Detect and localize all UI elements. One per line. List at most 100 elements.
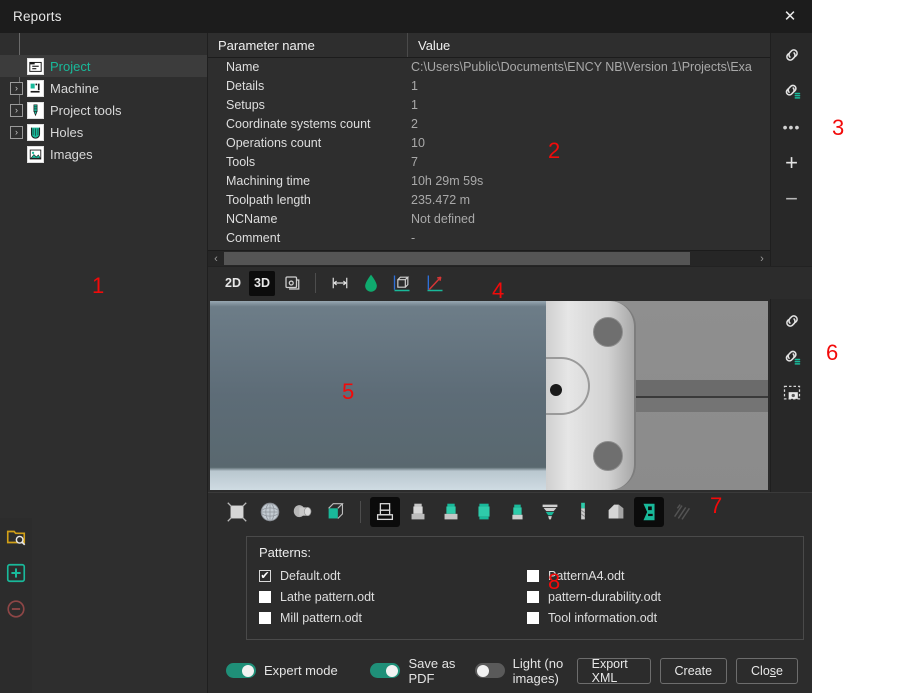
checkbox-icon[interactable]	[527, 591, 539, 603]
toggle-switch[interactable]	[475, 663, 505, 678]
checkbox-tool-information-odt[interactable]: Tool information.odt	[527, 611, 791, 625]
scrollbar-track[interactable]	[224, 252, 754, 265]
stock-box-icon[interactable]	[387, 271, 417, 296]
expander-icon[interactable]: ›	[10, 82, 23, 95]
machine-part-icon[interactable]	[370, 497, 400, 527]
window-body: Project › Machine ›	[0, 33, 812, 693]
toggle-save-as-pdf[interactable]: Save as PDF	[370, 656, 474, 686]
export-xml-button[interactable]: Export XML	[577, 658, 651, 684]
link-icon[interactable]	[780, 309, 804, 333]
section-view-icon[interactable]	[601, 497, 631, 527]
scroll-left-icon[interactable]: ‹	[208, 252, 224, 266]
row-parameter-name: Name	[208, 60, 408, 79]
patterns-group: Patterns: ✔ Default.odt PatternA4.odt	[246, 536, 804, 640]
checkbox-icon[interactable]	[259, 591, 271, 603]
preview-hole-top	[593, 317, 623, 347]
dimension-icon[interactable]	[325, 271, 355, 296]
screenshot-region-icon[interactable]	[780, 381, 804, 405]
drill-bit-icon[interactable]	[568, 497, 598, 527]
table-row[interactable]: Name C:\Users\Public\Documents\ENCY NB\V…	[208, 60, 770, 79]
remove-circle-icon[interactable]	[5, 598, 27, 620]
axes-icon[interactable]	[420, 271, 450, 296]
add-box-icon[interactable]	[5, 562, 27, 584]
row-value: 235.472 m	[408, 193, 770, 212]
link-list-icon[interactable]	[780, 79, 804, 103]
table-header: Parameter name Value	[208, 33, 770, 58]
checkbox-icon[interactable]: ✔	[259, 570, 271, 582]
scroll-right-icon[interactable]: ›	[754, 252, 770, 266]
toggle-expert-mode[interactable]: Expert mode	[226, 663, 370, 678]
tree-item-machine[interactable]: › Machine	[0, 77, 207, 99]
close-button[interactable]: Close	[736, 658, 798, 684]
blank-teal-icon[interactable]	[469, 497, 499, 527]
expander-icon[interactable]: ›	[10, 126, 23, 139]
checkbox-lathe-pattern-odt[interactable]: Lathe pattern.odt	[259, 590, 527, 604]
patterns-zone: Patterns: ✔ Default.odt PatternA4.odt	[208, 530, 812, 648]
stock-cube-icon[interactable]	[321, 497, 351, 527]
checkbox-label: PatternA4.odt	[548, 569, 624, 583]
toggle-switch[interactable]	[370, 663, 400, 678]
checkbox-default-odt[interactable]: ✔ Default.odt	[259, 569, 527, 583]
table-row[interactable]: Operations count 10	[208, 136, 770, 155]
table-row[interactable]: Coordinate systems count 2	[208, 117, 770, 136]
minus-icon[interactable]: −	[780, 187, 804, 211]
row-parameter-name: Machining time	[208, 174, 408, 193]
model-display-toolbar	[208, 492, 812, 530]
expander-icon[interactable]: ›	[10, 104, 23, 117]
hatch-pattern-icon[interactable]	[667, 497, 697, 527]
table-row[interactable]: Details 1	[208, 79, 770, 98]
wireframe-icon[interactable]	[222, 497, 252, 527]
clamp-teal-icon[interactable]	[502, 497, 532, 527]
cone-stack-icon[interactable]	[535, 497, 565, 527]
toggle-knob	[386, 665, 398, 677]
view-toolbar: 2D 3D	[208, 266, 812, 299]
checkbox-icon[interactable]	[527, 570, 539, 582]
folder-search-icon[interactable]	[5, 526, 27, 548]
row-parameter-name: NCName	[208, 212, 408, 231]
close-icon[interactable]: ✕	[768, 0, 812, 33]
window-title: Reports	[0, 9, 62, 24]
snapshot-view-icon[interactable]	[278, 271, 306, 296]
checkbox-label: pattern-durability.odt	[548, 590, 661, 604]
row-parameter-name: Coordinate systems count	[208, 117, 408, 136]
sphere-mesh-icon[interactable]	[255, 497, 285, 527]
annotation-3: 3	[832, 117, 844, 139]
checkbox-icon[interactable]	[259, 612, 271, 624]
table-row[interactable]: NCName Not defined	[208, 212, 770, 231]
scrollbar-thumb[interactable]	[224, 252, 690, 265]
dialog-footer: Expert mode Save as PDF Light (no images…	[208, 648, 812, 693]
view-2d-button[interactable]: 2D	[220, 271, 246, 296]
toggle-switch[interactable]	[226, 663, 256, 678]
tree-item-images[interactable]: Images	[0, 143, 207, 165]
shaded-solid-icon[interactable]	[288, 497, 318, 527]
row-value: 1	[408, 98, 770, 117]
table-row[interactable]: Machining time 10h 29m 59s	[208, 174, 770, 193]
detail-view-icon[interactable]	[634, 497, 664, 527]
checkbox-mill-pattern-odt[interactable]: Mill pattern.odt	[259, 611, 527, 625]
table-row[interactable]: Tools 7	[208, 155, 770, 174]
toggle-knob	[477, 665, 489, 677]
tree-item-project[interactable]: Project	[0, 55, 207, 77]
fixture-gray-icon[interactable]	[403, 497, 433, 527]
tree-item-project-tools[interactable]: › Project tools	[0, 99, 207, 121]
machining-preview-canvas[interactable]	[210, 301, 768, 490]
checkbox-icon[interactable]	[527, 612, 539, 624]
link-icon[interactable]	[780, 43, 804, 67]
table-row[interactable]: Toolpath length 235.472 m	[208, 193, 770, 212]
tree-item-holes[interactable]: › Holes	[0, 121, 207, 143]
view-3d-button[interactable]: 3D	[249, 271, 275, 296]
create-button[interactable]: Create	[660, 658, 728, 684]
checkbox-pattern-a4-odt[interactable]: PatternA4.odt	[527, 569, 791, 583]
fixture-teal-icon[interactable]	[436, 497, 466, 527]
checkbox-pattern-durability-odt[interactable]: pattern-durability.odt	[527, 590, 791, 604]
coolant-drop-icon[interactable]	[358, 271, 384, 296]
table-row[interactable]: Comment -	[208, 231, 770, 250]
table-row[interactable]: Setups 1	[208, 98, 770, 117]
toggle-light-no-images[interactable]: Light (no images)	[475, 656, 568, 686]
link-list-icon[interactable]	[780, 345, 804, 369]
column-header-value: Value	[408, 33, 770, 57]
more-ellipsis-icon[interactable]: •••	[780, 115, 804, 139]
table-body: Name C:\Users\Public\Documents\ENCY NB\V…	[208, 58, 770, 250]
horizontal-scrollbar[interactable]: ‹ ›	[208, 250, 770, 266]
plus-icon[interactable]: +	[780, 151, 804, 175]
